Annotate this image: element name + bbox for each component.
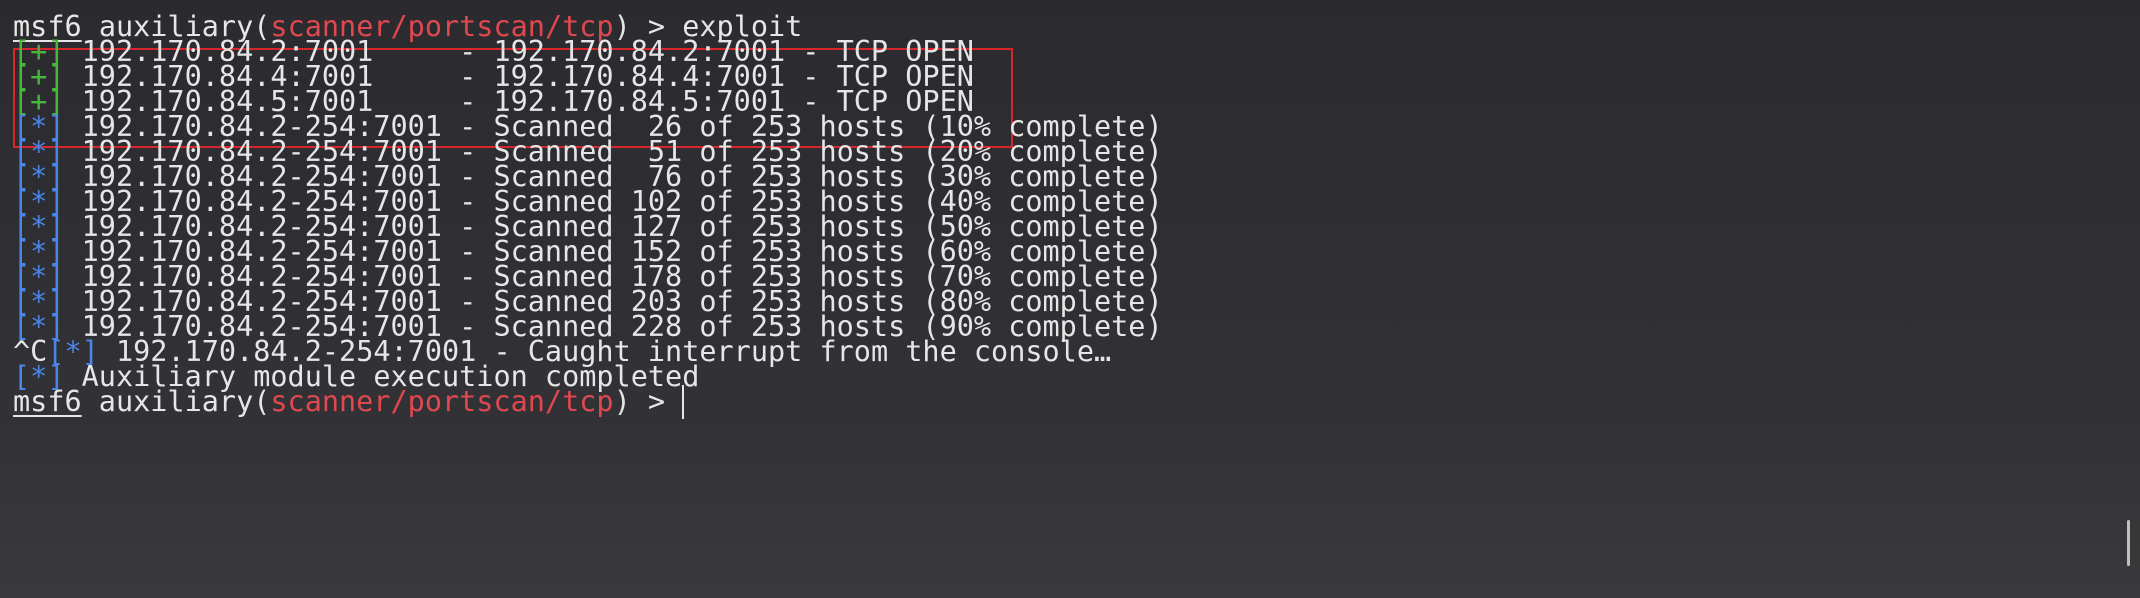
final-prompt-line[interactable]: msf6 auxiliary(scanner/portscan/tcp) > [13, 385, 685, 419]
terminal-window[interactable]: msf6 auxiliary(scanner/portscan/tcp) > e… [13, 10, 2123, 590]
prompt-msf: msf6 [13, 385, 82, 418]
prompt-module-path: scanner/portscan/tcp [270, 385, 614, 418]
prompt-module-prefix: auxiliary( [81, 385, 271, 418]
scrollbar[interactable] [2127, 520, 2130, 566]
text-cursor [682, 385, 685, 419]
prompt-module-suffix: ) > [613, 385, 683, 418]
